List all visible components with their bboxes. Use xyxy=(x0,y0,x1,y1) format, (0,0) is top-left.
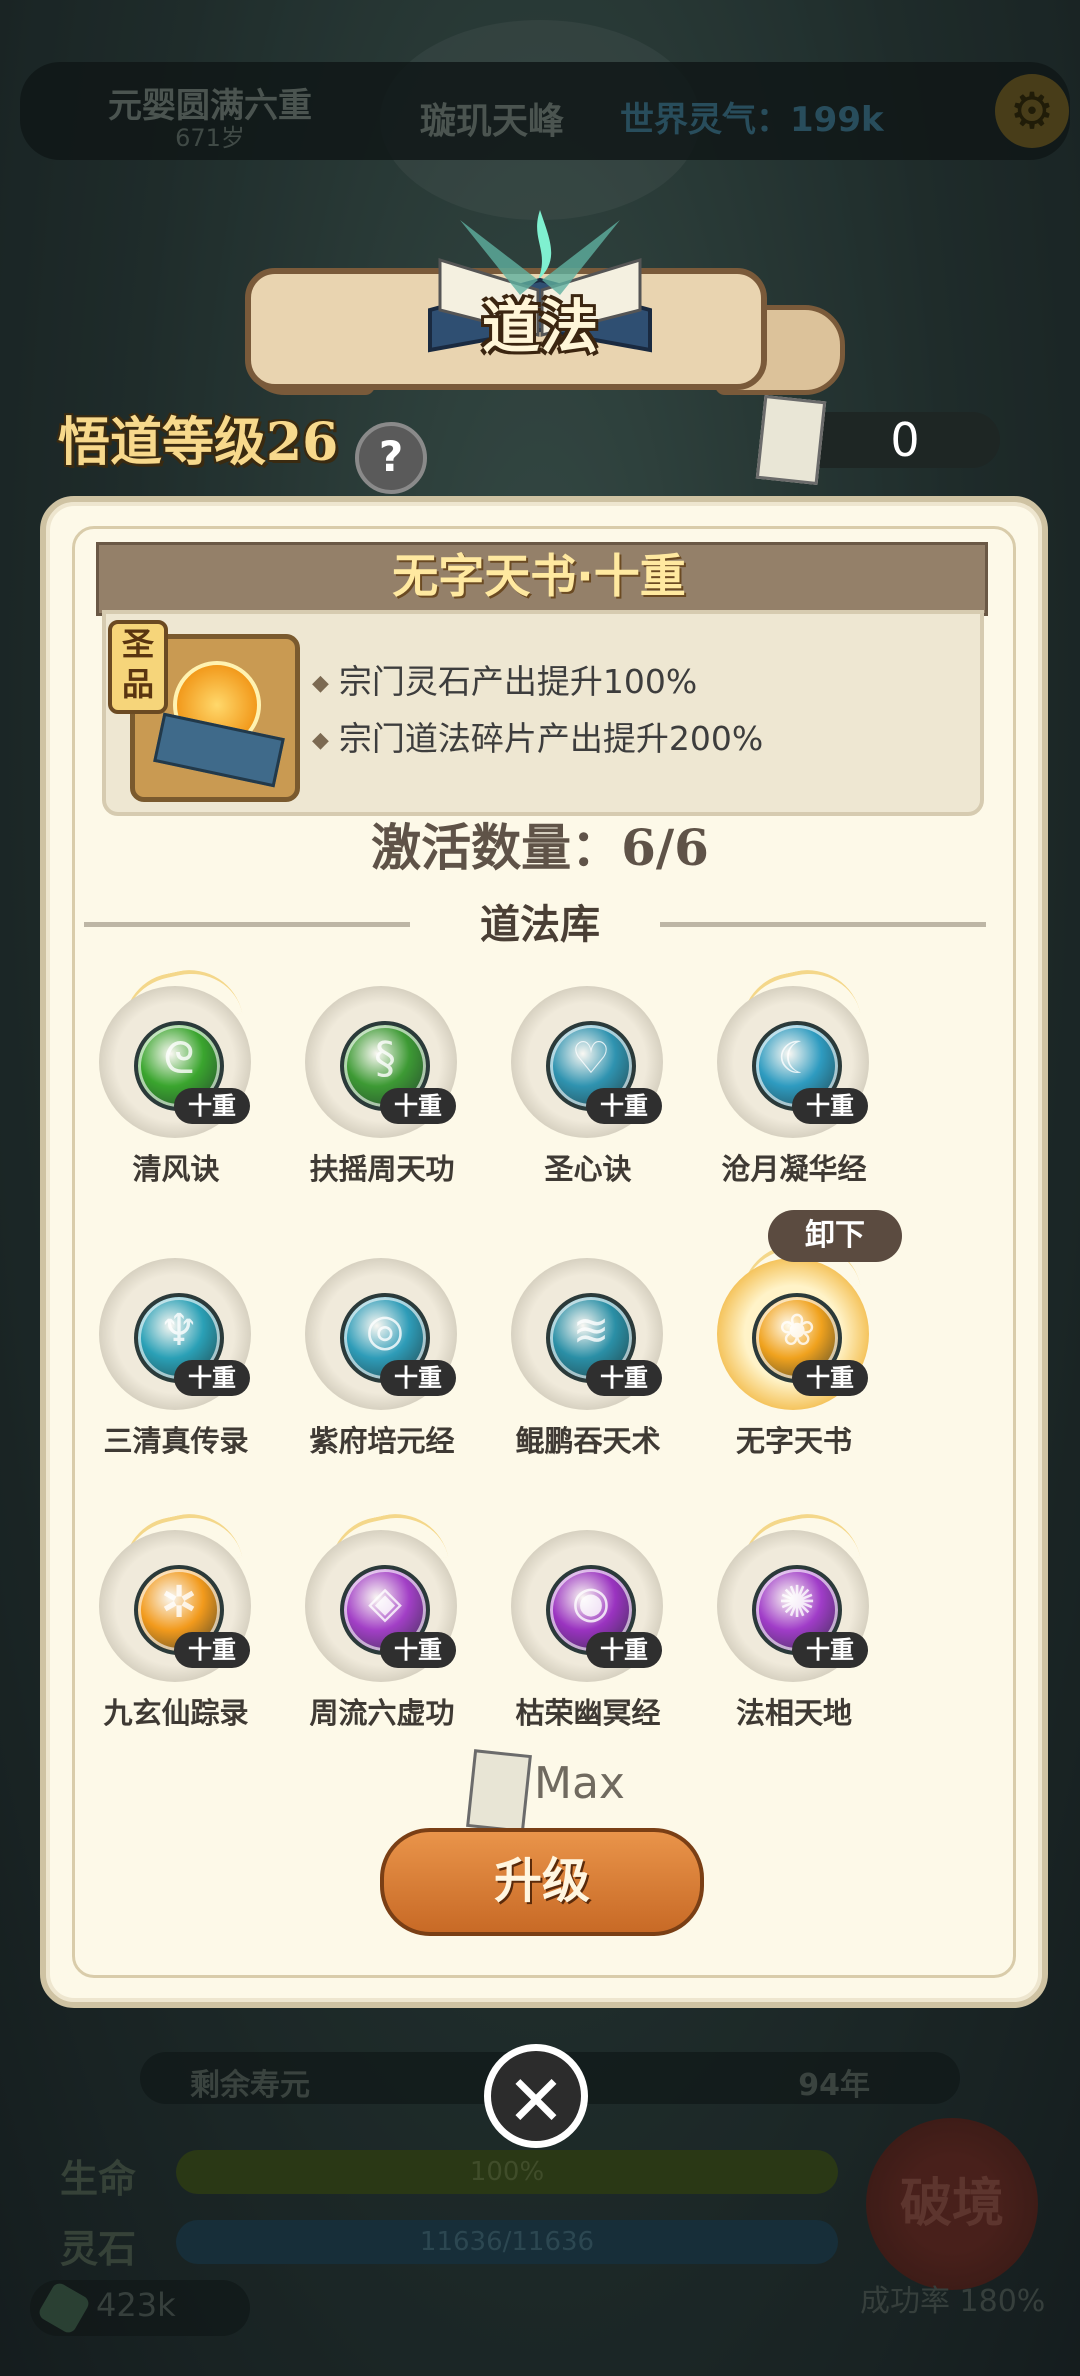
skill-item[interactable]: ♆ 十重 三清真传录 xyxy=(96,1240,256,1460)
skill-item[interactable]: ≋ 十重鲲鹏吞天术 xyxy=(468,1240,668,1460)
selected-skill-title: 无字天书·十重 xyxy=(392,549,686,603)
skill-item[interactable]: ✺ 十重法相天地 xyxy=(674,1504,874,1726)
skill-name: 沧月凝华经 xyxy=(721,1152,867,1186)
skill-item[interactable]: ✲ 十重 九玄仙踪录 xyxy=(96,1504,256,1726)
skill-item[interactable]: ◎ 十重紫府培元经 xyxy=(262,1240,462,1460)
skill-item[interactable]: ᘓ 十重 清风诀 xyxy=(96,970,256,1188)
skill-glyph: ≋ xyxy=(572,1305,610,1356)
skill-level-tag: 十重 xyxy=(174,1360,250,1396)
grade-badge: 圣品 xyxy=(108,620,168,714)
skill-level-tag: 十重 xyxy=(792,1360,868,1396)
skill-item[interactable]: ♡ 十重圣心诀 xyxy=(468,970,668,1188)
skill-level-tag: 十重 xyxy=(380,1088,456,1124)
skill-glyph: ✲ xyxy=(160,1577,198,1628)
skill-item[interactable]: ◈ 十重周流六虚功 xyxy=(262,1504,462,1726)
active-count: 激活数量：6/6 xyxy=(371,818,709,877)
skill-name: 周流六虚功 xyxy=(309,1696,455,1726)
skill-glyph: ᘓ xyxy=(163,1033,195,1084)
skill-glyph: ♡ xyxy=(571,1033,611,1084)
skill-glyph: ✺ xyxy=(778,1577,816,1628)
effect-text: 宗门灵石产出提升100% xyxy=(338,662,698,701)
skill-item[interactable]: ❀ 十重无字天书 xyxy=(674,1232,874,1460)
skill-level-tag: 十重 xyxy=(792,1088,868,1124)
skill-level-tag: 十重 xyxy=(586,1632,662,1668)
skill-item[interactable]: ☾ 十重沧月凝华经 xyxy=(674,970,874,1188)
upgrade-button[interactable]: 升级 xyxy=(380,1828,704,1936)
skill-item[interactable]: ◉ 十重枯荣幽冥经 xyxy=(468,1512,668,1726)
skill-level-tag: 十重 xyxy=(586,1088,662,1124)
help-icon[interactable]: ? xyxy=(355,422,427,494)
skill-name: 扶摇周天功 xyxy=(309,1152,455,1186)
close-icon[interactable]: ✕ xyxy=(484,2044,588,2148)
skill-name: 无字天书 xyxy=(735,1424,852,1458)
unequip-button[interactable]: 卸下 xyxy=(768,1210,902,1262)
skill-glyph: ◈ xyxy=(368,1577,402,1628)
skill-glyph: § xyxy=(374,1033,396,1084)
library-title: 道法库 xyxy=(480,902,600,948)
skill-glyph: ♆ xyxy=(159,1305,199,1356)
enlightenment-level: 悟道等级26 xyxy=(58,412,339,473)
effect-line: ◆ 宗门道法碎片产出提升200% xyxy=(312,719,764,758)
skill-name: 圣心诀 xyxy=(544,1152,632,1186)
upgrade-cost: Max xyxy=(534,1758,625,1809)
skill-level-tag: 十重 xyxy=(174,1632,250,1668)
effect-text: 宗门道法碎片产出提升200% xyxy=(338,719,764,758)
skill-level-tag: 十重 xyxy=(792,1632,868,1668)
skill-glyph: ◎ xyxy=(365,1305,405,1356)
skill-name: 法相天地 xyxy=(735,1696,852,1726)
skill-name: 枯荣幽冥经 xyxy=(515,1696,661,1726)
skill-level-tag: 十重 xyxy=(380,1360,456,1396)
skill-name: 紫府培元经 xyxy=(309,1424,455,1458)
fragment-count: 0 xyxy=(890,413,920,467)
skill-glyph: ❀ xyxy=(778,1305,816,1356)
scroll-fragment-icon xyxy=(755,394,827,486)
scroll-fragment-icon xyxy=(466,1749,532,1833)
tome-icon xyxy=(153,712,285,788)
skill-glyph: ☾ xyxy=(777,1033,817,1084)
page-title: 道法 xyxy=(481,293,598,361)
skill-level-tag: 十重 xyxy=(380,1632,456,1668)
skill-level-tag: 十重 xyxy=(586,1360,662,1396)
skill-grid: ᘓ 十重 清风诀 § 十重 扶摇周天功 ♡ 十重 圣心诀 ☾ 十重 沧月凝华经 ♆ 十重 三清真传录 ◎ 十重紫… xyxy=(96,970,976,1726)
skill-name: 鲲鹏吞天术 xyxy=(515,1424,661,1458)
skill-level-tag: 十重 xyxy=(174,1088,250,1124)
skill-item[interactable]: § 十重扶摇周天功 xyxy=(262,970,462,1188)
effect-line: ◆ 宗门灵石产出提升100% xyxy=(312,662,698,701)
skill-glyph: ◉ xyxy=(571,1577,611,1628)
